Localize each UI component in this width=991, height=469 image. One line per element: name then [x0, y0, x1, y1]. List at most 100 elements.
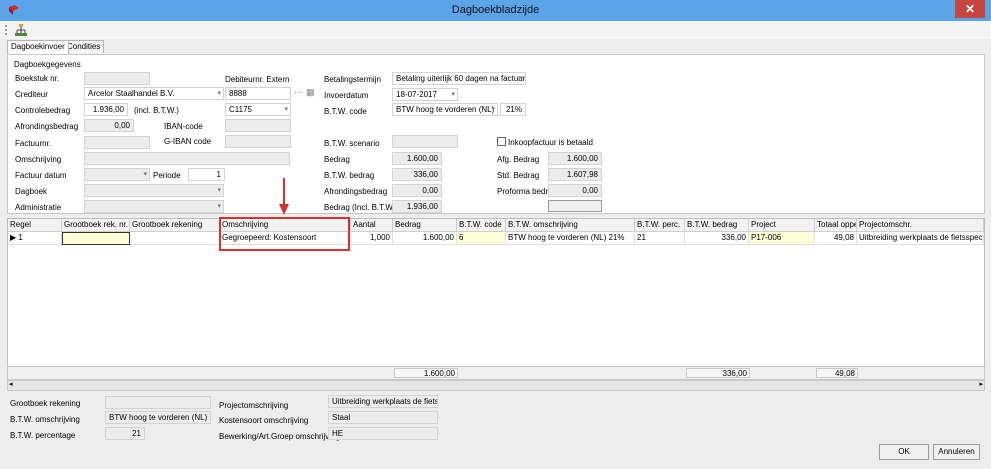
col-header[interactable]: B.T.W. bedrag [685, 219, 749, 232]
grootboek-label: Grootboek rekening [10, 399, 81, 408]
ellipsis-icon[interactable]: ··· [294, 88, 302, 97]
iban-label: IBAN-code [164, 122, 203, 131]
btwscenario-label: B.T.W. scenario [324, 139, 380, 148]
btwperc-label: B.T.W. percentage [10, 431, 76, 440]
periode-input[interactable]: 1 [188, 168, 225, 181]
projoms-label: Projectomschrijving [219, 401, 289, 410]
proforma-button[interactable] [548, 200, 602, 212]
chevron-down-icon: ▾ [491, 106, 495, 113]
lookup-icon[interactable]: ▦ [306, 87, 315, 98]
debiteurnr-input[interactable]: 8888 [225, 87, 291, 100]
factuurdatum-input[interactable]: ▾ [84, 168, 150, 181]
std-label: Std. Bedrag [497, 171, 540, 180]
iban-input[interactable] [225, 119, 291, 132]
cell-btwbedrag[interactable]: 336,00 [685, 232, 749, 245]
col-header[interactable]: Bedrag [393, 219, 457, 232]
crediteur-select[interactable]: Arcelor Staalhandel B.V. ▾ [84, 87, 224, 100]
giban-label: G-IBAN code [164, 137, 212, 146]
col-header[interactable]: Grootboek rekening [130, 219, 220, 232]
tab-condities[interactable]: Condities [63, 40, 105, 53]
col-header[interactable]: Grootboek rek. nr. [62, 219, 130, 232]
group-title: Dagboekgegevens [14, 60, 81, 69]
bedragincl-value: 1.936,00 [392, 200, 442, 213]
afronding-label: Afrondingsbedrag [15, 122, 79, 131]
chevron-down-icon: ▾ [519, 75, 523, 82]
total-opp: 49,08 [816, 368, 858, 378]
dagboek-select[interactable]: ▾ [84, 184, 224, 197]
cell-opp[interactable]: 49,08 [815, 232, 857, 245]
btwoms-label: B.T.W. omschrijving [10, 415, 80, 424]
col-header[interactable]: Totaal opper [815, 219, 857, 232]
cell-btwcode[interactable]: 6 [457, 232, 506, 245]
afrbedrag-value: 0,00 [392, 184, 442, 197]
btwcode-label: B.T.W. code [324, 107, 367, 116]
bedrag-value: 1.600,00 [392, 152, 442, 165]
cell-grootboekrek[interactable] [130, 232, 220, 245]
ok-button[interactable]: OK [879, 444, 929, 460]
group-by-icon[interactable] [14, 23, 28, 37]
cell-projoms[interactable]: Uitbreiding werkplaats de fietsspecialis… [857, 232, 984, 245]
chevron-down-icon: ▾ [143, 171, 147, 178]
col-header[interactable]: Regel [8, 219, 62, 232]
btwbedrag-label: B.T.W. bedrag [324, 171, 375, 180]
cell-project[interactable]: P17-006 [749, 232, 815, 245]
annotation-highlight-box [219, 217, 350, 251]
betalingstermijn-select[interactable]: Betaling uiterlijk 60 dagen na factuurd ▾ [392, 72, 526, 85]
horizontal-scrollbar[interactable]: ◂ ▸ [7, 380, 985, 391]
betalingstermijn-value: Betaling uiterlijk 60 dagen na factuurd [396, 74, 526, 83]
cell-bedrag[interactable]: 1.600,00 [393, 232, 457, 245]
chevron-down-icon: ▾ [284, 106, 288, 113]
cell-grootboeknr[interactable] [62, 232, 130, 245]
giban-input[interactable] [225, 135, 291, 148]
afg-label: Afg. Bedrag [497, 155, 540, 164]
col-header[interactable]: B.T.W. omschrijving [506, 219, 635, 232]
detail-footer: Grootboek rekening B.T.W. omschrijving B… [0, 392, 991, 469]
inkoopfactuur-checkbox[interactable] [497, 137, 506, 146]
boekstuk-label: Boekstuk nr. [15, 74, 60, 83]
factuurnr-label: Factuurnr. [15, 139, 52, 148]
std-value: 1.607,98 [548, 168, 602, 181]
inkoop-label: Inkoopfactuur is betaald [508, 138, 593, 147]
cell-aantal[interactable]: 1,000 [351, 232, 393, 245]
code-select[interactable]: C1175 ▾ [225, 103, 291, 116]
cancel-button[interactable]: Annuleren [933, 444, 980, 460]
tab-dagboekinvoer[interactable]: Dagboekinvoer [7, 40, 69, 54]
col-header[interactable]: B.T.W. code [457, 219, 506, 232]
btwoms-value: BTW hoog te vorderen (NL) 21% [105, 411, 211, 424]
bedragincl-label: Bedrag (Incl. B.T.W.) [324, 203, 398, 212]
boekstuk-input[interactable] [84, 72, 150, 85]
invoerdatum-label: Invoerdatum [324, 91, 369, 100]
col-header[interactable]: Aantal [351, 219, 393, 232]
title-bar: Dagboekbladzijde ✕ [0, 0, 991, 22]
controlebedrag-label: Controlebedrag [15, 106, 71, 115]
administratie-select[interactable]: ▾ [84, 200, 224, 213]
afronding-input[interactable]: 0,00 [84, 119, 134, 132]
btwcode-select[interactable]: BTW hoog te vorderen (NL) 2 ▾ [392, 103, 498, 116]
cell-btwoms[interactable]: BTW hoog te vorderen (NL) 21% [506, 232, 635, 245]
scroll-left-icon[interactable]: ◂ [9, 380, 13, 388]
factuurdatum-label: Factuur datum [15, 171, 67, 180]
grootboek-value [105, 396, 211, 409]
dagboek-window: Dagboekbladzijde ✕ Dagboekinvoer Conditi… [0, 0, 991, 469]
kosten-value: Staal [328, 411, 438, 424]
cell-regel: 1 [18, 233, 23, 242]
betalingstermijn-label: Betalingstermijn [324, 75, 381, 84]
col-header[interactable]: Project [749, 219, 815, 232]
controlebedrag-input[interactable]: 1.936,00 [84, 103, 128, 116]
factuurnr-input[interactable] [84, 136, 150, 149]
scroll-right-icon[interactable]: ▸ [979, 380, 983, 388]
chevron-down-icon: ▾ [217, 203, 221, 210]
table-row[interactable]: ▶ 1 [8, 232, 62, 245]
col-header[interactable]: B.T.W. perc. [635, 219, 685, 232]
invoerdatum-select[interactable]: 18-07-2017 ▾ [392, 88, 458, 101]
proforma-value: 0,00 [548, 184, 602, 197]
col-header[interactable]: Projectomschr. [857, 219, 984, 232]
cell-btwperc[interactable]: 21 [635, 232, 685, 245]
omschrijving-input[interactable] [84, 152, 290, 165]
close-button[interactable]: ✕ [955, 0, 985, 18]
afrbedrag-label: Afrondingsbedrag [324, 187, 388, 196]
btwscenario-input[interactable] [392, 135, 458, 148]
administratie-label: Administratie [15, 203, 62, 212]
afg-value: 1.600,00 [548, 152, 602, 165]
crediteur-label: Crediteur [15, 90, 48, 99]
